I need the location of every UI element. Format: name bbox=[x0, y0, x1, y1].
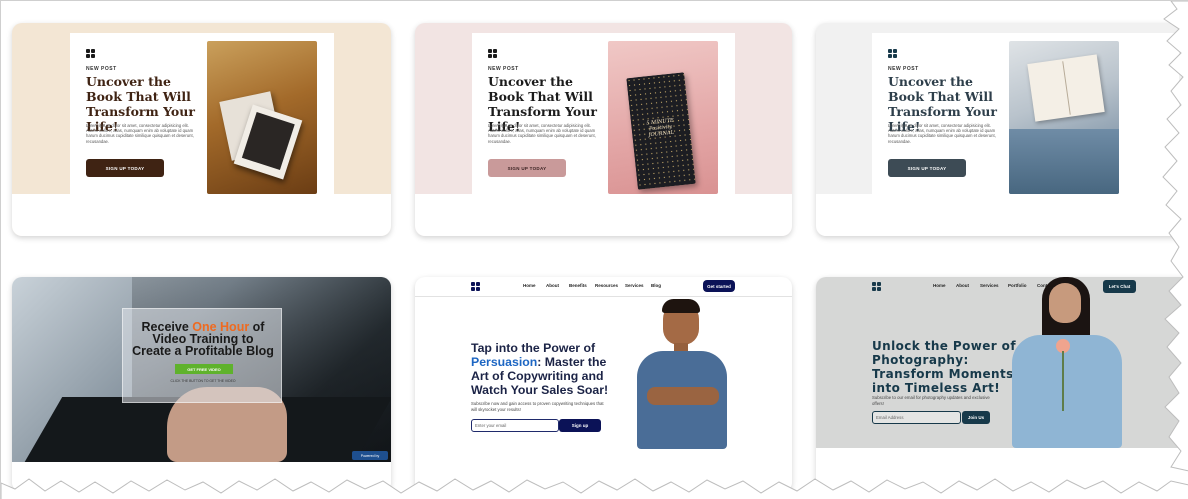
book-cover-title: 5 MINUTE Positivity JOURNAL bbox=[646, 117, 675, 139]
template-card-photography[interactable]: Home About Services Portfolio Contact Le… bbox=[816, 277, 1188, 492]
template-card-persuasion[interactable]: Home About Benefits Resources Services B… bbox=[415, 277, 792, 492]
logo-icon bbox=[872, 282, 882, 292]
nav-home[interactable]: Home bbox=[933, 283, 946, 288]
nav-resources[interactable]: Resources bbox=[595, 283, 618, 288]
book-photo bbox=[207, 41, 317, 194]
eyebrow-label: NEW POST bbox=[488, 66, 519, 72]
hero-subtext: Subscribe to our email for photography u… bbox=[872, 395, 990, 406]
template-card-book-gray[interactable]: NEW POST Uncover the Book That Will Tran… bbox=[816, 23, 1188, 236]
card-footer bbox=[12, 462, 391, 492]
logo-icon bbox=[888, 49, 898, 59]
hero-heading-line2: Persuasion: Master the bbox=[471, 355, 607, 369]
body-text: Lorem ipsum dolor sit amet, consectetur … bbox=[488, 123, 596, 144]
template-gallery: NEW POST Uncover the Book That Will Tran… bbox=[0, 0, 1188, 499]
card-footer bbox=[816, 194, 1188, 236]
video-note: CLICK THE BUTTON TO GET THE VIDEO bbox=[170, 379, 236, 383]
nav-blog[interactable]: Blog bbox=[651, 283, 661, 288]
nav-home[interactable]: Home bbox=[523, 283, 536, 288]
hero-heading-line4: into Timeless Art! bbox=[872, 381, 1001, 395]
get-started-button[interactable]: Get started bbox=[703, 280, 735, 292]
template-preview: NEW POST Uncover the Book That Will Tran… bbox=[472, 33, 735, 194]
nav-about[interactable]: About bbox=[956, 283, 969, 288]
card-footer bbox=[816, 448, 1188, 492]
sign-up-button[interactable]: Sign up bbox=[559, 419, 601, 432]
video-heading-line3: Create a Profitable Blog bbox=[132, 344, 274, 358]
card-footer bbox=[415, 468, 792, 492]
book-photo: 5 MINUTE Positivity JOURNAL bbox=[608, 41, 718, 194]
template-card-book-tan[interactable]: NEW POST Uncover the Book That Will Tran… bbox=[12, 23, 391, 236]
signup-button[interactable]: SIGN UP TODAY bbox=[488, 159, 566, 177]
signup-button[interactable]: SIGN UP TODAY bbox=[86, 159, 164, 177]
hero-heading-line1: Tap into the Power of bbox=[471, 341, 596, 355]
hero-heading-line4: Watch Your Sales Soar! bbox=[471, 383, 609, 397]
eyebrow-label: NEW POST bbox=[888, 66, 919, 72]
template-card-book-pink[interactable]: NEW POST Uncover the Book That Will Tran… bbox=[415, 23, 792, 236]
get-free-video-button[interactable]: GET FREE VIDEO bbox=[175, 364, 233, 374]
nav-about[interactable]: About bbox=[546, 283, 559, 288]
nav-divider bbox=[415, 296, 792, 297]
nav-services[interactable]: Services bbox=[625, 283, 644, 288]
hero-heading-line2: Photography: bbox=[872, 353, 969, 367]
template-preview: NEW POST Uncover the Book That Will Tran… bbox=[872, 33, 1179, 194]
hero-heading-line3: Art of Copywriting and bbox=[471, 369, 604, 383]
body-text: Lorem ipsum dolor sit amet, consectetur … bbox=[888, 123, 996, 144]
book-photo bbox=[1009, 41, 1119, 194]
man-photo bbox=[633, 299, 733, 449]
powered-by-badge[interactable]: Powered by bbox=[352, 451, 388, 460]
logo-icon bbox=[471, 282, 481, 292]
eyebrow-label: NEW POST bbox=[86, 66, 117, 72]
template-card-video-training[interactable]: Receive One Hour of Video Training to Cr… bbox=[12, 277, 391, 492]
woman-photo bbox=[994, 277, 1134, 448]
join-us-button[interactable]: Join Us bbox=[962, 411, 990, 424]
hero-subtext: Subscribe now and gain access to proven … bbox=[471, 401, 604, 412]
video-optin-box: Receive One Hour of Video Training to Cr… bbox=[122, 308, 282, 403]
logo-icon bbox=[86, 49, 96, 59]
card-footer bbox=[415, 194, 792, 236]
email-input[interactable]: Enter your email bbox=[471, 419, 559, 432]
hero-heading-line3: Transform Moments bbox=[872, 367, 1014, 381]
email-input[interactable]: Email Address bbox=[872, 411, 961, 424]
signup-button[interactable]: SIGN UP TODAY bbox=[888, 159, 966, 177]
template-preview: NEW POST Uncover the Book That Will Tran… bbox=[70, 33, 334, 194]
nav-benefits[interactable]: Benefits bbox=[569, 283, 587, 288]
logo-icon bbox=[488, 49, 498, 59]
card-footer bbox=[12, 194, 391, 236]
body-text: Lorem ipsum dolor sit amet, consectetur … bbox=[86, 123, 194, 144]
